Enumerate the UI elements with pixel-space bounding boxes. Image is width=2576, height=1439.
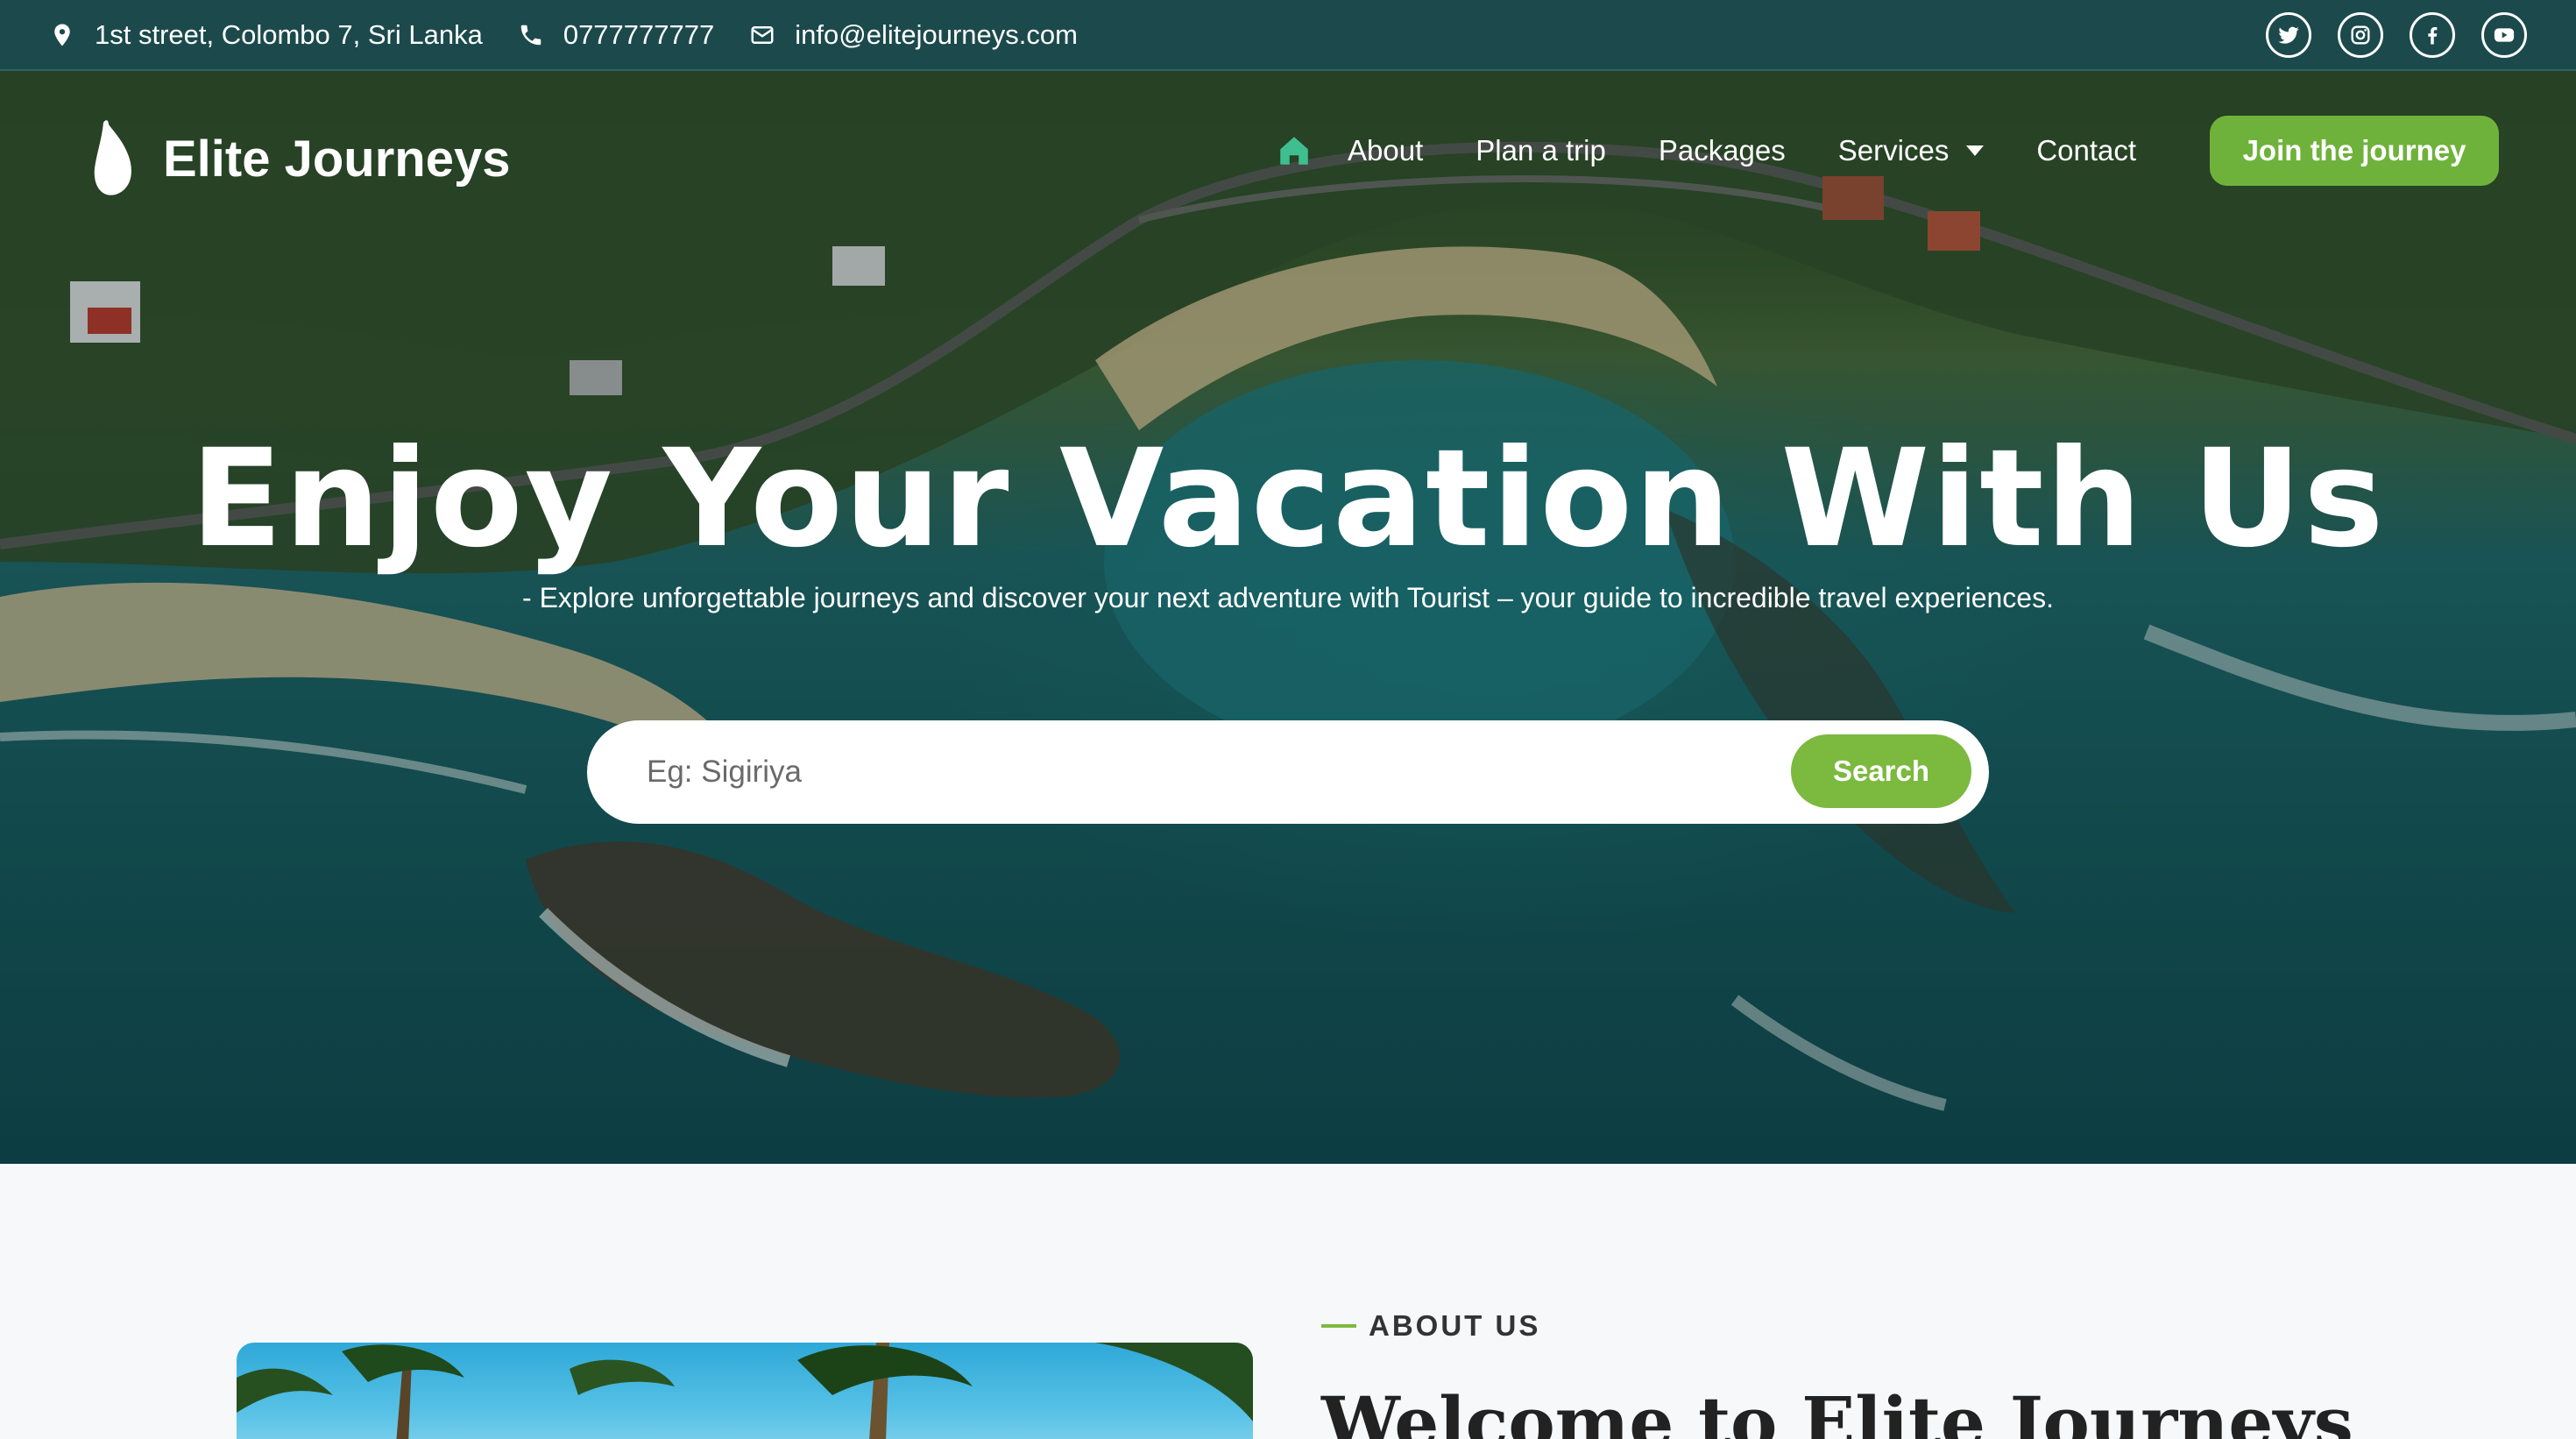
brand-logo[interactable]: Elite Journeys [88,119,510,198]
address-text: 1st street, Colombo 7, Sri Lanka [95,18,483,50]
email-item[interactable]: info@elitejourneys.com [749,19,1078,51]
twitter-icon[interactable] [2266,11,2311,58]
sri-lanka-map-icon [94,120,131,195]
location-pin-icon [54,24,70,46]
nav-services[interactable]: Services [1838,134,1985,167]
address-item: 1st street, Colombo 7, Sri Lanka [49,19,483,51]
envelope-icon [751,25,774,44]
caret-down-icon [1966,145,1985,156]
phone-item[interactable]: 0777777777 [518,19,714,51]
nav-menu: About Plan a trip Packages Services Cont… [1276,132,2189,169]
phone-icon [520,25,541,45]
nav-plan-a-trip[interactable]: Plan a trip [1476,134,1606,167]
join-the-journey-button[interactable]: Join the journey [2210,116,2499,186]
phone-text: 0777777777 [563,18,715,50]
nav-packages[interactable]: Packages [1659,134,1786,167]
hero-subtitle: - Explore unforgettable journeys and dis… [522,582,2054,613]
nav-about[interactable]: About [1348,134,1423,167]
youtube-icon[interactable] [2481,11,2527,58]
hero-title: Enjoy Your Vacation With Us [190,421,2386,578]
about-us-label: ABOUT US [1321,1309,1540,1343]
top-info-bar: 1st street, Colombo 7, Sri Lanka 0777777… [0,0,2576,71]
facebook-icon[interactable] [2410,11,2455,58]
email-text: info@elitejourneys.com [795,18,1078,50]
contact-info: 1st street, Colombo 7, Sri Lanka 0777777… [49,19,1113,51]
hero-section [0,71,2576,1164]
about-title: Welcome to Elite Journeys [1321,1381,2353,1439]
hero-overlay [0,71,2576,1164]
palm-trees-image [237,1343,1253,1439]
search-input[interactable] [647,755,1751,790]
search-button[interactable]: Search [1791,734,1971,808]
instagram-icon[interactable] [2338,11,2383,58]
home-icon[interactable] [1276,132,1313,169]
nav-contact[interactable]: Contact [2036,134,2136,167]
brand-name: Elite Journeys [163,130,511,188]
about-image [237,1343,1253,1439]
social-links [2266,11,2527,58]
main-navbar: Elite Journeys About Plan a trip Package… [0,71,2576,229]
destination-search-bar: Search [587,720,1989,824]
accent-line [1321,1324,1356,1328]
